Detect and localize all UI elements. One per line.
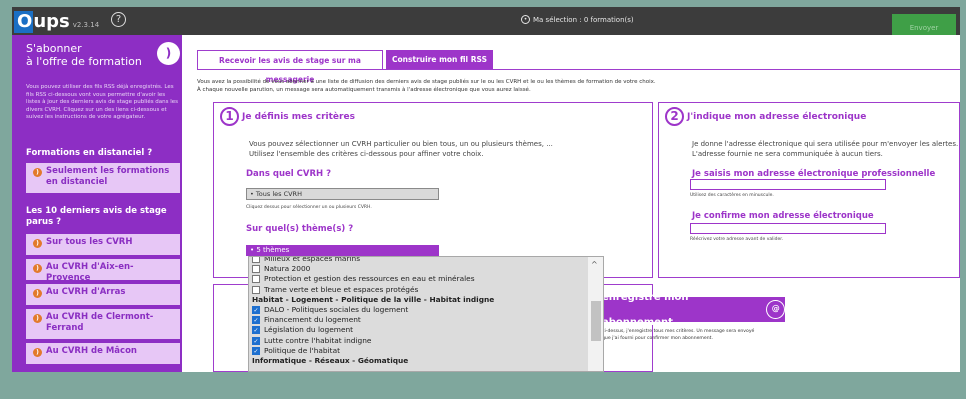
logo-o: O xyxy=(14,11,34,33)
app-version: v2.3.14 xyxy=(72,21,100,29)
cvrh-label: Dans quel CVRH ? xyxy=(246,169,331,179)
rss-icon: ) xyxy=(33,264,42,273)
checkbox[interactable] xyxy=(252,265,260,274)
rss-link-clermont[interactable]: ) Au CVRH de Clermont-Ferrand xyxy=(26,309,180,339)
theme-option-label: Informatique - Réseaux - Géomatique xyxy=(252,355,409,365)
theme-option-list: Milieux et espaces marins Natura 2000 Prot… xyxy=(249,256,588,366)
theme-option-label: Politique de l'habitat xyxy=(264,345,340,355)
step1-title: 1 Je définis mes critères xyxy=(220,107,355,126)
theme-option-label: Financement du logement xyxy=(264,315,361,325)
heading-derniers-avis: Les 10 derniers avis de stage parus ? xyxy=(26,206,167,227)
tab-fil-rss[interactable]: Construire mon fil RSS xyxy=(386,50,493,69)
checkbox[interactable] xyxy=(252,257,260,264)
panel-adresse xyxy=(658,102,960,278)
selection-indicator[interactable]: • Ma sélection : 0 formation(s) xyxy=(521,15,634,24)
top-bar: O ups v2.3.14 ? • Ma sélection : 0 forma… xyxy=(12,7,960,39)
rss-icon: ) xyxy=(33,168,42,177)
sidebar: S'abonner à l'offre de formation ) Vous … xyxy=(12,35,182,372)
confirm-email-label: Je confirme mon adresse électronique xyxy=(692,211,874,221)
subscribe-text: ci-dessus, j'enregistre tous mes critère… xyxy=(602,329,755,342)
scrollbar-thumb[interactable] xyxy=(591,301,601,341)
checkbox[interactable] xyxy=(252,275,260,284)
theme-option[interactable]: ✓ Politique de l'habitat xyxy=(249,346,588,356)
theme-option[interactable]: ✓ DALO - Politiques sociales du logement xyxy=(249,305,588,315)
cvrh-hint: Cliquez dessus pour sélectionner un ou p… xyxy=(246,205,372,210)
theme-group-header: Habitat - Logement - Politique de la vil… xyxy=(249,295,588,305)
rss-icon: ) xyxy=(33,314,42,323)
confirm-email-hint: Réécrivez votre adresse avant de valider… xyxy=(690,237,784,242)
rss-link-tous-cvrh[interactable]: ) Sur tous les CVRH xyxy=(26,234,180,255)
logo-ups: ups xyxy=(33,11,70,32)
rss-link-arras[interactable]: ) Au CVRH d'Arras xyxy=(26,284,180,305)
theme-dropdown[interactable]: Milieux et espaces marins Natura 2000 Prot… xyxy=(248,256,604,372)
checkbox-checked[interactable]: ✓ xyxy=(252,306,260,315)
theme-select[interactable]: • 5 thèmes xyxy=(246,245,439,256)
theme-option-label: DALO - Politiques sociales du logement xyxy=(264,304,409,314)
dropdown-scrollbar[interactable]: ^ xyxy=(588,257,603,371)
rss-icon: ) xyxy=(33,239,42,248)
checkbox-checked[interactable]: ✓ xyxy=(252,346,260,355)
theme-option[interactable]: ✓ Législation du logement xyxy=(249,325,588,335)
theme-option[interactable]: ✓ Financement du logement xyxy=(249,315,588,325)
subscribe-button-label: enregistre mon abonnement xyxy=(602,291,689,328)
selection-label: Ma sélection : 0 formation(s) xyxy=(533,15,634,24)
theme-option-label: Législation du logement xyxy=(264,325,354,335)
tab-messagerie[interactable]: Recevoir les avis de stage sur ma messag… xyxy=(197,50,383,84)
theme-option[interactable]: Trame verte et bleue et espaces protégés xyxy=(249,285,588,295)
theme-option-label: Trame verte et bleue et espaces protégés xyxy=(264,284,419,294)
step2-number: 2 xyxy=(665,107,684,126)
checkbox-checked[interactable]: ✓ xyxy=(252,336,260,345)
step2-title: 2 J'indique mon adresse électronique xyxy=(665,107,866,126)
sidebar-intro: Vous pouvez utiliser des fils RSS déjà e… xyxy=(26,84,179,121)
step1-text: Vous pouvez sélectionner un CVRH particu… xyxy=(249,140,553,158)
cvrh-select[interactable]: • Tous les CVRH xyxy=(246,188,439,200)
theme-group-header: Informatique - Réseaux - Géomatique xyxy=(249,356,588,366)
selection-icon: • xyxy=(521,15,530,24)
theme-option-label: Lutte contre l'habitat indigne xyxy=(264,335,372,345)
rss-icon: ) xyxy=(157,42,180,65)
tab-divider xyxy=(197,69,960,70)
subscribe-button[interactable]: enregistre mon abonnement @ xyxy=(598,292,785,328)
confirm-email-field[interactable] xyxy=(690,223,886,234)
email-label: Je saisis mon adresse électronique profe… xyxy=(692,169,936,179)
intro-text: Vous avez la possibilité de vous abonner… xyxy=(197,79,656,93)
rss-link-aix[interactable]: ) Au CVRH d'Aix-en-Provence xyxy=(26,259,180,283)
help-icon[interactable]: ? xyxy=(111,12,126,27)
theme-label: Sur quel(s) thème(s) ? xyxy=(246,224,354,234)
checkbox-checked[interactable]: ✓ xyxy=(252,326,260,335)
scroll-up-icon[interactable]: ^ xyxy=(591,260,598,269)
theme-option[interactable]: ✓ Lutte contre l'habitat indigne xyxy=(249,336,588,346)
email-field[interactable] xyxy=(690,179,886,190)
email-hint: Utilisez des caractères en minuscule. xyxy=(690,193,774,198)
theme-option[interactable]: Milieux et espaces marins xyxy=(249,256,588,264)
theme-option-label: Milieux et espaces marins xyxy=(264,256,361,263)
rss-icon: ) xyxy=(33,289,42,298)
email-icon: @ xyxy=(766,300,785,319)
rss-icon: ) xyxy=(33,348,42,357)
theme-option-label: Protection et gestion des ressources en … xyxy=(264,274,475,284)
step1-number: 1 xyxy=(220,107,239,126)
theme-option-label: Natura 2000 xyxy=(264,264,311,274)
theme-option[interactable]: Protection et gestion des ressources en … xyxy=(249,274,588,284)
app-logo[interactable]: O ups v2.3.14 xyxy=(14,9,99,33)
heading-distanciel: Formations en distanciel ? xyxy=(26,148,153,158)
checkbox[interactable] xyxy=(252,285,260,294)
sidebar-title: S'abonner à l'offre de formation xyxy=(26,42,142,68)
theme-option[interactable]: Natura 2000 xyxy=(249,264,588,274)
step2-text: Je donne l'adresse électronique qui sera… xyxy=(692,140,959,158)
rss-link-distanciel[interactable]: ) Seulement les formations en distanciel xyxy=(26,163,180,193)
rss-link-macon[interactable]: ) Au CVRH de Mâcon xyxy=(26,343,180,364)
checkbox-checked[interactable]: ✓ xyxy=(252,316,260,325)
theme-option-label: Habitat - Logement - Politique de la vil… xyxy=(252,294,495,304)
